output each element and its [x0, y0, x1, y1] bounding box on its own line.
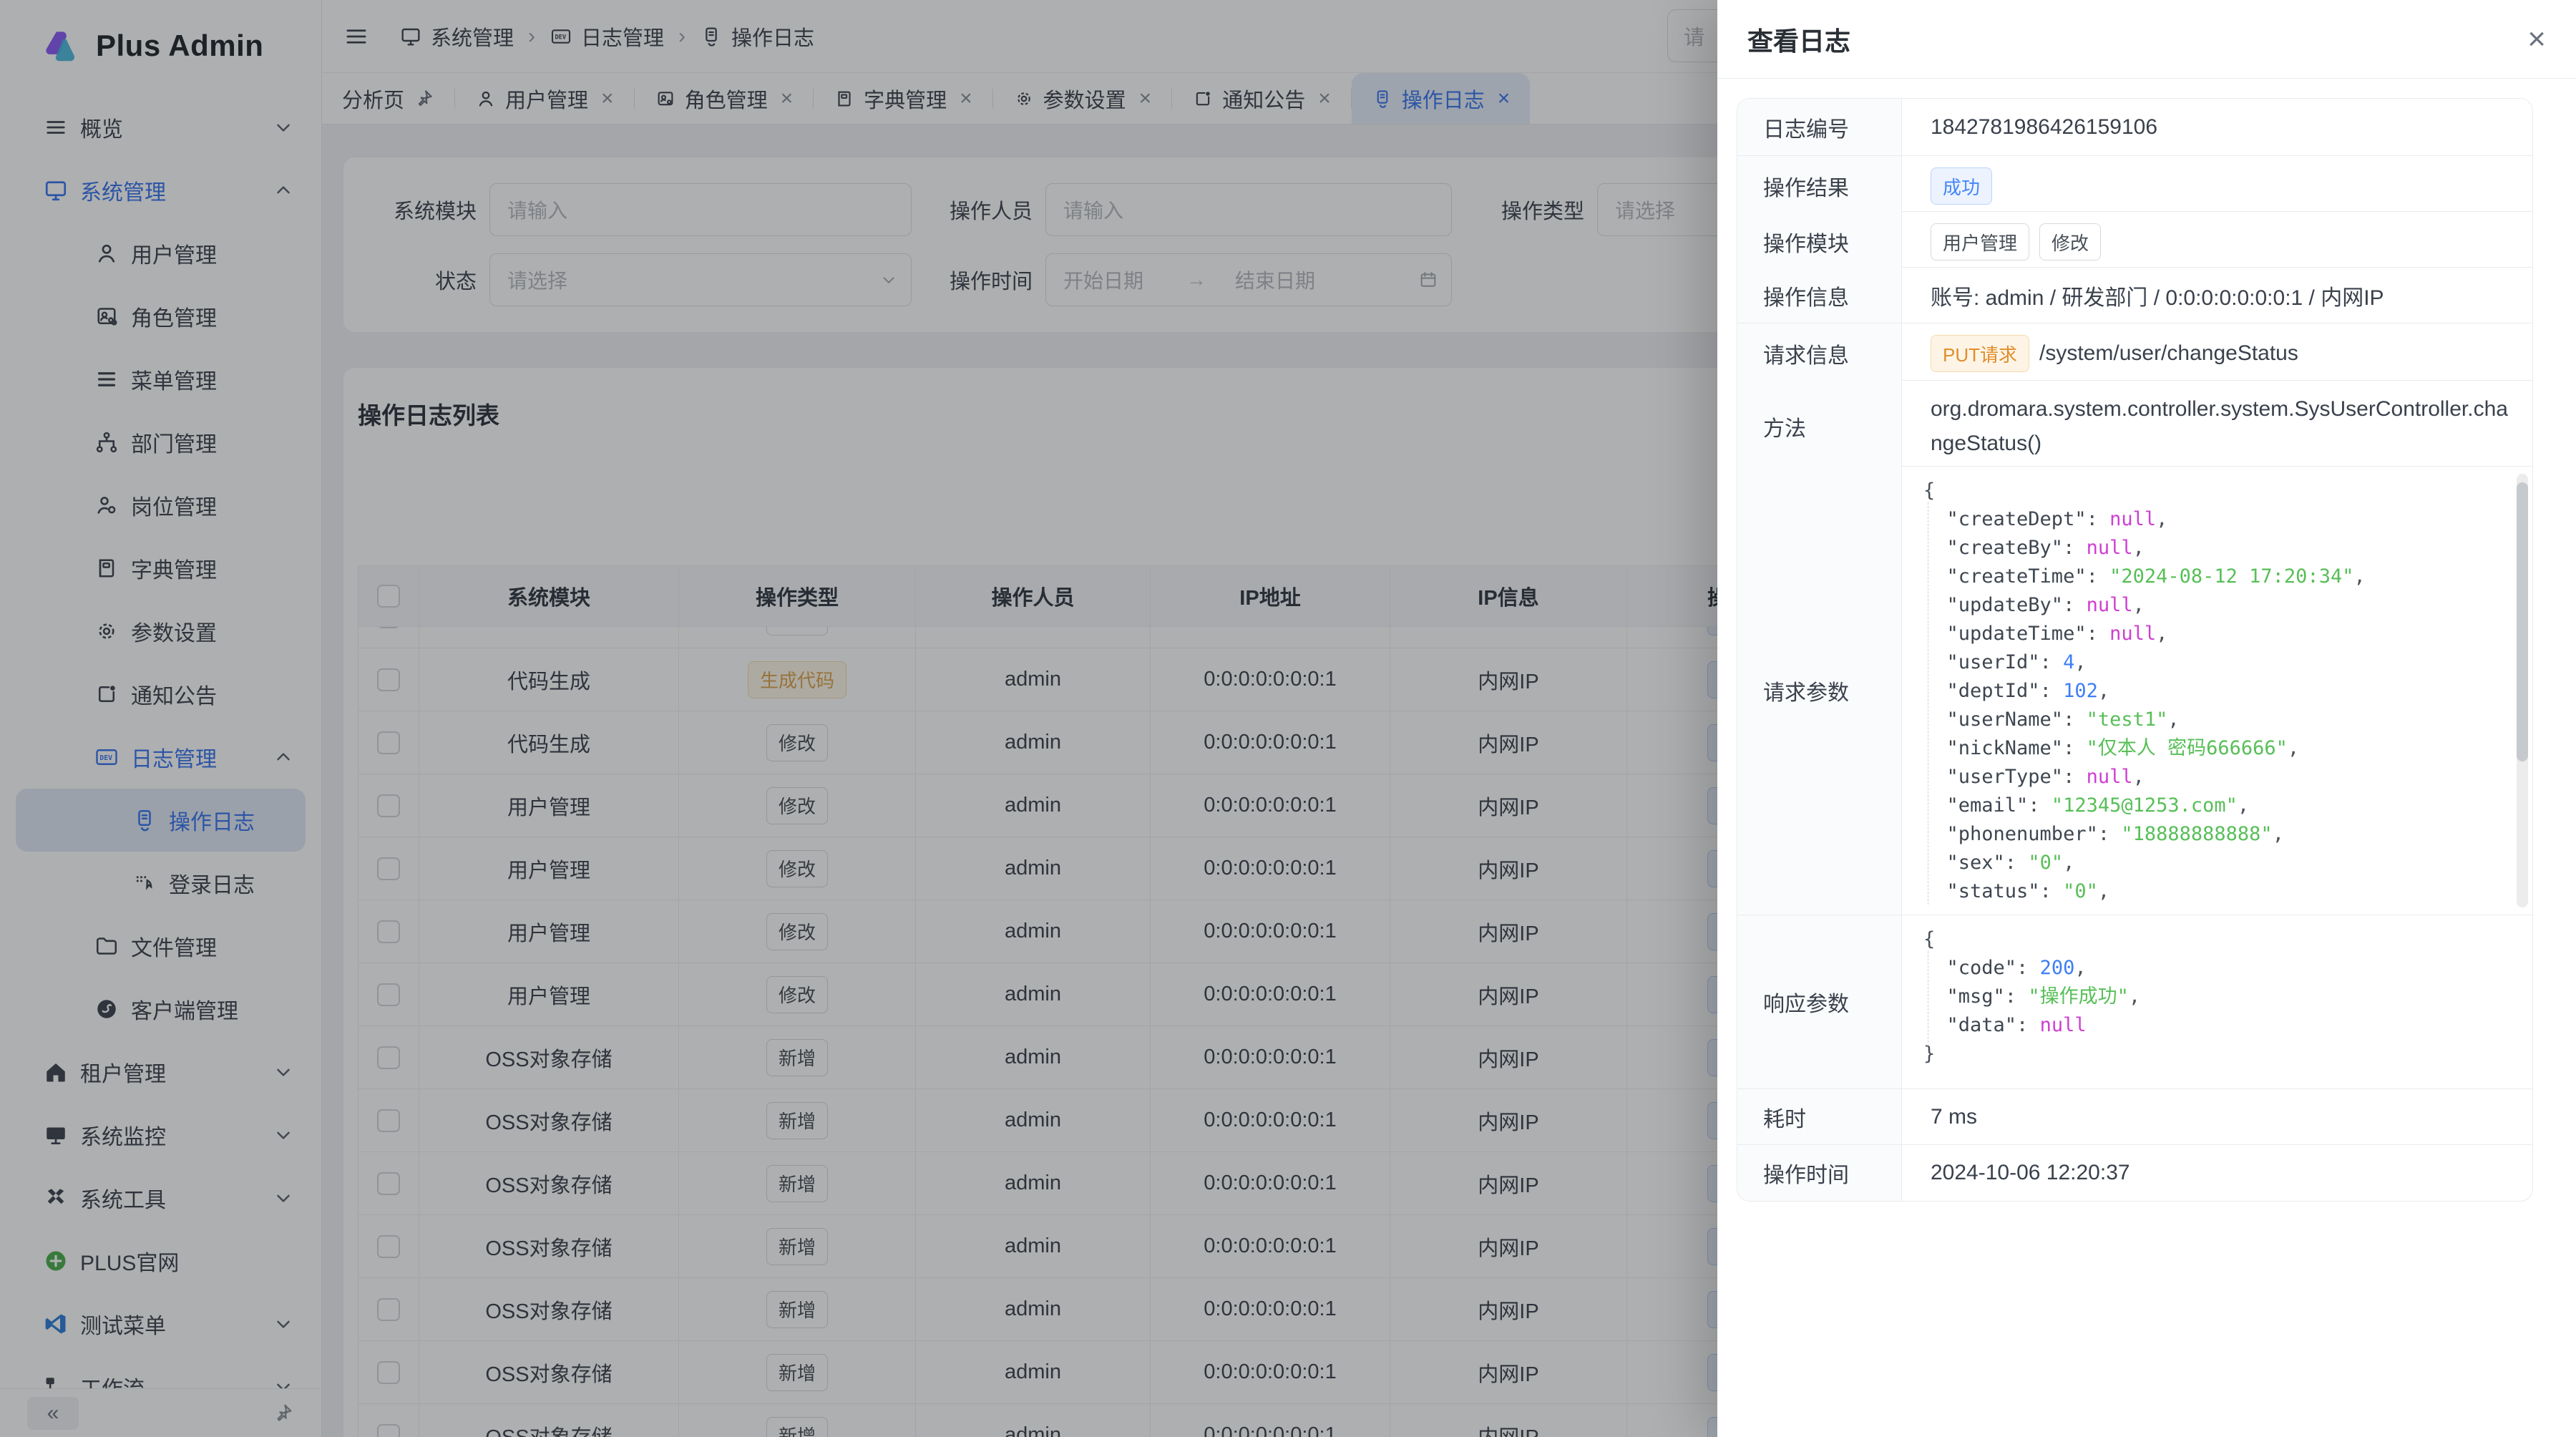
- result-label: 操作结果: [1737, 156, 1902, 216]
- response-params-json: { "code": 200, "msg": "操作成功", "data": nu…: [1902, 915, 2533, 1088]
- method-value: org.dromara.system.controller.system.Sys…: [1902, 381, 2533, 472]
- time-value: 2024-10-06 12:20:37: [1902, 1145, 2533, 1201]
- drawer-backdrop[interactable]: [0, 0, 1717, 1437]
- request-params-label: 请求参数: [1737, 467, 1902, 915]
- info-label: 操作信息: [1737, 268, 1902, 323]
- close-icon[interactable]: ×: [2527, 24, 2546, 55]
- module-tag: 用户管理: [1931, 223, 2029, 260]
- json-scrollbar-thumb[interactable]: [2517, 482, 2528, 761]
- cost-label: 耗时: [1737, 1089, 1902, 1144]
- module-tag: 修改: [2039, 223, 2101, 260]
- cost-value: 7 ms: [1902, 1089, 2533, 1144]
- app-root: Plus Admin 概览 系统管理 用户管理 角色管理: [0, 0, 2576, 1437]
- module-label: 操作模块: [1737, 212, 1902, 272]
- drawer-header: 查看日志 ×: [1717, 0, 2576, 79]
- drawer-title: 查看日志: [1747, 21, 1850, 58]
- request-url: /system/user/changeStatus: [2039, 341, 2298, 366]
- response-params-label: 响应参数: [1737, 915, 1902, 1088]
- time-label: 操作时间: [1737, 1145, 1902, 1201]
- request-params-json: { "createDept": null, "createBy": null, …: [1902, 467, 2533, 915]
- result-tag: 成功: [1931, 167, 1992, 205]
- log-id-value: 1842781986426159106: [1902, 99, 2533, 155]
- json-scrollbar[interactable]: [2517, 474, 2528, 907]
- log-id-label: 日志编号: [1737, 99, 1902, 155]
- request-method-tag: PUT请求: [1931, 335, 2029, 372]
- info-value: 账号: admin / 研发部门 / 0:0:0:0:0:0:0:1 / 内网I…: [1902, 268, 2533, 323]
- request-label: 请求信息: [1737, 323, 1902, 384]
- log-detail-drawer: 查看日志 × 日志编号 1842781986426159106 操作结果 成功 …: [1717, 0, 2576, 1437]
- method-label: 方法: [1737, 381, 1902, 472]
- log-detail-table: 日志编号 1842781986426159106 操作结果 成功 操作模块 用户…: [1737, 98, 2533, 1202]
